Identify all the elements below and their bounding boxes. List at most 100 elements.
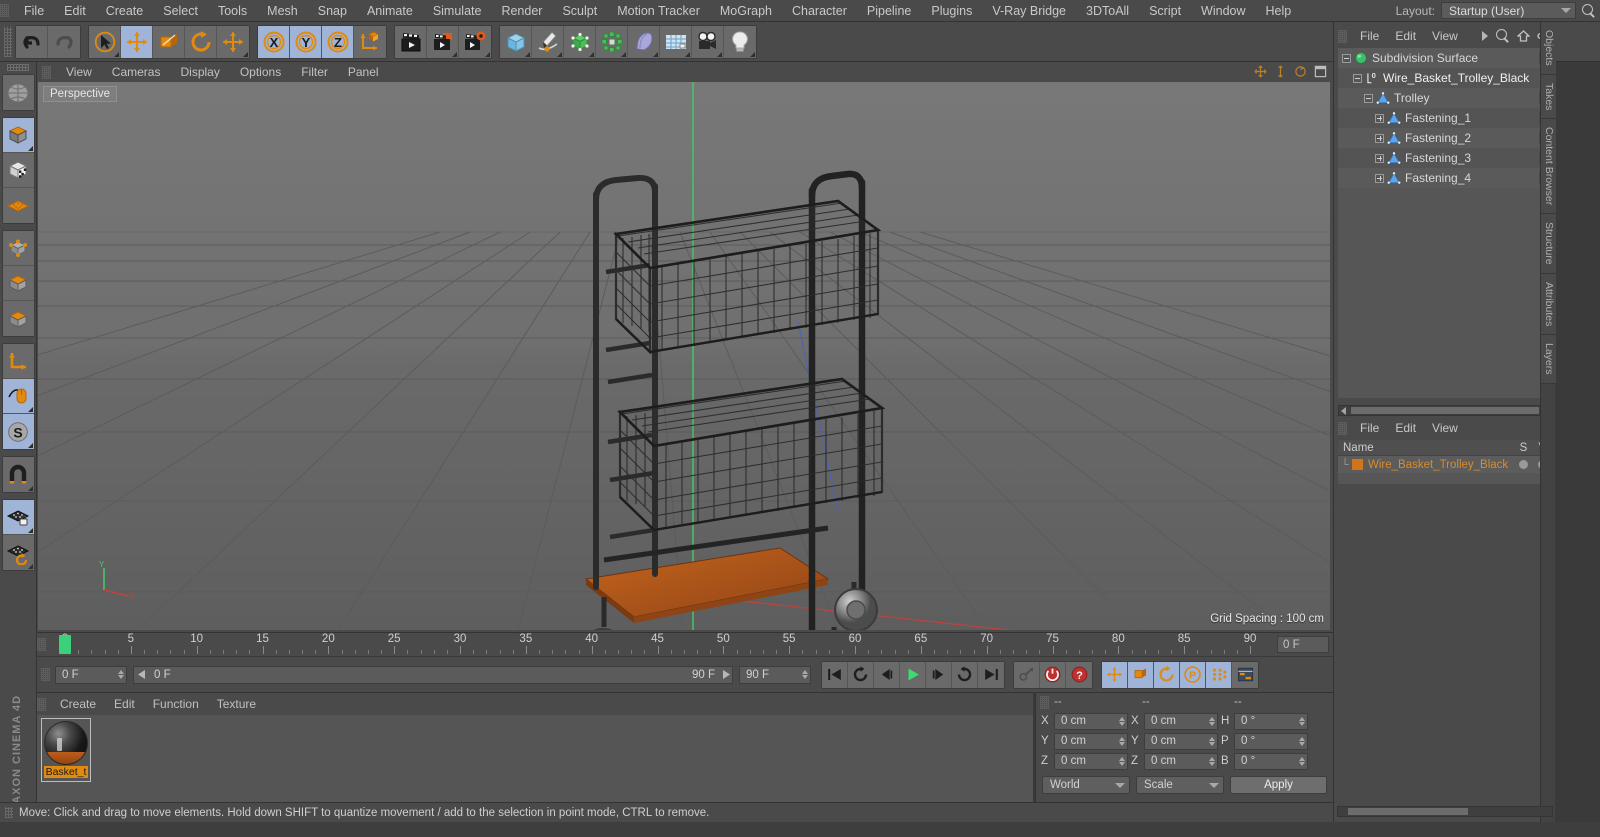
material-menu-item-texture[interactable]: Texture	[208, 693, 265, 715]
timeline-ruler[interactable]: 051015202530354045505560657075808590	[51, 633, 1273, 657]
coordinate-rotation-field[interactable]: 0 °	[1234, 712, 1308, 730]
render-settings-button[interactable]	[459, 25, 491, 58]
move-button[interactable]	[121, 25, 153, 58]
live-selection-button[interactable]	[89, 25, 121, 58]
generator-button[interactable]	[564, 25, 596, 58]
perspective-viewport[interactable]: Perspective Grid Spacing : 100 cm Y X	[38, 82, 1330, 630]
move-alt-button[interactable]	[217, 25, 249, 58]
z-axis-button[interactable]: Z	[322, 25, 354, 58]
spinner-icon[interactable]	[1209, 736, 1215, 746]
viewport-menu-item-panel[interactable]: Panel	[338, 62, 389, 82]
cube-primitive-button[interactable]	[500, 25, 532, 58]
rotate-view-icon[interactable]	[1294, 65, 1307, 78]
edges-mode-button[interactable]	[2, 266, 34, 301]
coordinate-position-field[interactable]: 0 cm	[1054, 732, 1128, 750]
menu-item-help[interactable]: Help	[1256, 0, 1302, 22]
magnet-button[interactable]	[2, 457, 34, 492]
object-row-trolley[interactable]: Trolley	[1338, 88, 1552, 108]
transport-gripper[interactable]	[41, 668, 50, 681]
viewport-menu-item-view[interactable]: View	[56, 62, 102, 82]
spinner-icon[interactable]	[1299, 736, 1305, 746]
menu-item-character[interactable]: Character	[782, 0, 857, 22]
scrollbar-thumb[interactable]	[1351, 407, 1539, 414]
texture-axis-button[interactable]	[2, 75, 34, 110]
menu-item-mesh[interactable]: Mesh	[257, 0, 308, 22]
right-tab-content-browser[interactable]: Content Browser	[1541, 119, 1556, 215]
play-backwards-loop-button[interactable]	[848, 661, 874, 688]
coordinate-size-field[interactable]: 0 cm	[1144, 712, 1218, 730]
spinner-icon[interactable]	[1209, 756, 1215, 766]
coordinate-position-field[interactable]: 0 cm	[1054, 752, 1128, 770]
material-list[interactable]: Basket_t	[37, 715, 1033, 816]
search-icon[interactable]	[1582, 3, 1596, 18]
play-button[interactable]	[900, 661, 926, 688]
object-row-fastening-1[interactable]: Fastening_1	[1338, 108, 1552, 128]
redo-button[interactable]	[48, 25, 80, 58]
y-axis-button[interactable]: Y	[290, 25, 322, 58]
mograph-button[interactable]	[596, 25, 628, 58]
search-icon[interactable]	[1496, 29, 1510, 43]
go-to-start-button[interactable]	[822, 661, 848, 688]
material-gripper[interactable]	[37, 697, 46, 711]
layer-solo-toggle[interactable]	[1514, 460, 1533, 469]
spinner-icon[interactable]	[1299, 756, 1305, 766]
menu-item-animate[interactable]: Animate	[357, 0, 423, 22]
layout-dropdown[interactable]: Startup (User)	[1441, 2, 1576, 19]
spinner-icon[interactable]	[1119, 756, 1125, 766]
timeline-range-field[interactable]: 0 F 90 F	[133, 665, 733, 684]
toolbar-gripper[interactable]	[4, 26, 12, 57]
go-to-end-button[interactable]	[978, 661, 1004, 688]
viewport-menu-item-cameras[interactable]: Cameras	[102, 62, 171, 82]
expander-plus-icon[interactable]	[1375, 113, 1384, 123]
apply-button[interactable]: Apply	[1230, 776, 1327, 794]
menu-gripper[interactable]	[0, 4, 9, 17]
menu-item-window[interactable]: Window	[1191, 0, 1255, 22]
expander-plus-icon[interactable]	[1375, 153, 1384, 163]
zoom-view-icon[interactable]	[1274, 65, 1287, 78]
timeline-gripper[interactable]	[37, 638, 46, 651]
spinner-icon[interactable]	[1119, 736, 1125, 746]
coordinate-rotation-field[interactable]: 0 °	[1234, 752, 1308, 770]
record-rotation-button[interactable]	[1154, 661, 1180, 688]
right-tab-objects[interactable]: Objects	[1541, 22, 1556, 75]
layer-menu-item-edit[interactable]: Edit	[1387, 418, 1424, 438]
transform-mode-dropdown[interactable]: Scale	[1136, 776, 1224, 794]
bottom-scrollbar[interactable]	[1337, 806, 1553, 817]
expander-plus-icon[interactable]	[1375, 133, 1384, 143]
expander-minus-icon[interactable]	[1342, 53, 1351, 63]
maximize-view-icon[interactable]	[1314, 65, 1327, 78]
expander-plus-icon[interactable]	[1375, 173, 1384, 183]
menu-item-edit[interactable]: Edit	[54, 0, 96, 22]
expander-minus-icon[interactable]	[1353, 73, 1362, 83]
right-tab-structure[interactable]: Structure	[1541, 214, 1556, 274]
more-arrow-icon[interactable]	[1481, 31, 1489, 41]
autokey-off-button[interactable]	[1014, 661, 1040, 688]
loop-button[interactable]	[952, 661, 978, 688]
coordinate-rotation-field[interactable]: 0 °	[1234, 732, 1308, 750]
menu-item-tools[interactable]: Tools	[208, 0, 257, 22]
record-scale-button[interactable]	[1128, 661, 1154, 688]
menu-item-plugins[interactable]: Plugins	[921, 0, 982, 22]
menu-item-simulate[interactable]: Simulate	[423, 0, 492, 22]
timeline-button[interactable]	[1232, 661, 1258, 688]
preview-end-field[interactable]: 90 F	[739, 665, 811, 684]
layer-table[interactable]: Name S V └ Wire_Basket_Trolley_Black	[1338, 440, 1552, 484]
menu-item-file[interactable]: File	[14, 0, 54, 22]
snap-button[interactable]: S	[2, 414, 34, 449]
workplane-button[interactable]	[2, 188, 34, 223]
camera-button[interactable]	[692, 25, 724, 58]
scene-floor-button[interactable]	[660, 25, 692, 58]
render-region-button[interactable]	[427, 25, 459, 58]
menu-item-select[interactable]: Select	[153, 0, 208, 22]
layer-menu-item-view[interactable]: View	[1424, 418, 1466, 438]
layer-color-swatch[interactable]	[1352, 459, 1363, 470]
points-mode-button[interactable]	[2, 231, 34, 266]
material-menu-item-function[interactable]: Function	[144, 693, 208, 715]
viewport-menu-item-options[interactable]: Options	[230, 62, 291, 82]
object-tree[interactable]: Subdivision Surface 0 Wire_Basket_Trolley_…	[1338, 48, 1552, 398]
viewport-solo-button[interactable]	[2, 379, 34, 414]
viewport-menu-item-display[interactable]: Display	[170, 62, 229, 82]
material-item[interactable]: Basket_t	[44, 721, 88, 779]
scale-button[interactable]	[153, 25, 185, 58]
texture-mode-button[interactable]	[2, 153, 34, 188]
